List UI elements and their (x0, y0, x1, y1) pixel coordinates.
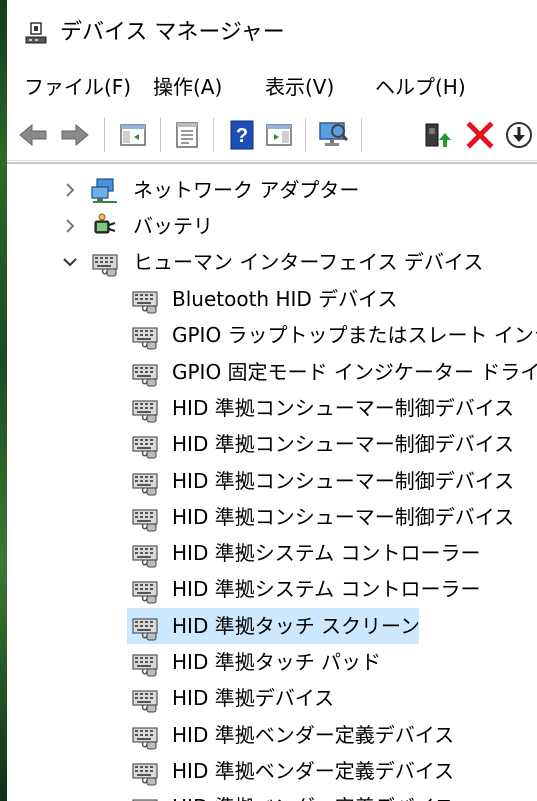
tree-device-item[interactable]: HID 準拠ベンダー定義デバイス (7, 789, 537, 801)
hid-device-icon (132, 400, 158, 423)
tree-category-label: ヒューマン インターフェイス デバイス (133, 250, 484, 274)
menu-view[interactable]: 表示(V) (265, 72, 334, 102)
toolbar-separator (361, 118, 362, 152)
tree-device-item[interactable]: HID 準拠ベンダー定義デバイス (7, 717, 537, 753)
hid-device-icon (132, 291, 158, 314)
hid-device-icon (132, 509, 158, 532)
hid-device-icon (132, 545, 158, 568)
scan-hardware-button[interactable] (317, 119, 349, 151)
disable-device-icon (506, 122, 532, 148)
menu-help[interactable]: ヘルプ(H) (375, 72, 466, 102)
help-icon: ? (230, 120, 254, 150)
toolbar-separator (305, 118, 306, 152)
tree-device-label: HID 準拠コンシューマー制御デバイス (172, 396, 515, 420)
tree-device-label: HID 準拠コンシューマー制御デバイス (172, 432, 515, 456)
menu-file[interactable]: ファイル(F) (24, 72, 131, 102)
hid-device-icon (132, 799, 158, 801)
tree-device-item[interactable]: GPIO ラップトップまたはスレート インジケーター ドライバー (7, 317, 537, 353)
tree-category-network-adapters[interactable]: ネットワーク アダプター (7, 172, 537, 208)
tree-device-item[interactable]: HID 準拠システム コントローラー (7, 535, 537, 571)
hid-device-icon (132, 436, 158, 459)
uninstall-device-button[interactable] (464, 119, 496, 151)
tree-device-label: HID 準拠ベンダー定義デバイス (172, 792, 454, 801)
toolbar-separator (104, 118, 105, 152)
toolbar-separator (213, 118, 214, 152)
tree-device-label: HID 準拠デバイス (172, 686, 335, 710)
scan-hardware-icon (319, 122, 349, 146)
tree-device-label: HID 準拠ベンダー定義デバイス (172, 759, 455, 783)
back-icon (19, 123, 47, 147)
tree-category-label: ネットワーク アダプター (133, 178, 360, 202)
tree-category-label: バッテリ (133, 214, 213, 238)
tree-device-item[interactable]: HID 準拠システム コントローラー (7, 571, 537, 607)
device-manager-window: デバイス マネージャー ファイル(F) 操作(A) 表示(V) ヘルプ(H) ?… (7, 0, 537, 801)
show-hide-console-tree-button[interactable] (117, 119, 149, 151)
tree-device-label: HID 準拠コンシューマー制御デバイス (172, 505, 515, 529)
tree-category-battery[interactable]: バッテリ (7, 208, 537, 244)
help-button[interactable]: ? (226, 119, 258, 151)
tree-device-label: HID 準拠システム コントローラー (172, 577, 481, 601)
hid-device-icon (132, 690, 158, 713)
hid-device-icon (132, 581, 158, 604)
tree-device-item[interactable]: HID 準拠タッチ スクリーン (7, 608, 537, 644)
uninstall-icon (466, 121, 494, 149)
show-hide-console-tree-icon (120, 124, 146, 146)
toolbar: ? (7, 110, 537, 161)
action-pane-button[interactable] (263, 119, 295, 151)
tree-device-item[interactable]: HID 準拠コンシューマー制御デバイス (7, 499, 537, 535)
menu-action[interactable]: 操作(A) (153, 72, 222, 102)
tree-device-item[interactable]: GPIO 固定モード インジケーター ドライバー (7, 354, 537, 390)
forward-button[interactable] (59, 119, 91, 151)
tree-device-item[interactable]: HID 準拠コンシューマー制御デバイス (7, 426, 537, 462)
battery-icon (94, 213, 116, 234)
chevron-down-icon[interactable] (59, 250, 81, 274)
tree-category-human-interface-devices[interactable]: ヒューマン インターフェイス デバイス (7, 244, 537, 280)
hid-device-icon (132, 473, 158, 496)
chevron-right-icon[interactable] (59, 178, 81, 202)
window-title: デバイス マネージャー (60, 20, 285, 45)
properties-icon (176, 122, 198, 148)
tree-device-label: HID 準拠タッチ スクリーン (172, 614, 421, 638)
hid-device-icon (132, 618, 158, 641)
tree-device-item[interactable]: Bluetooth HID デバイス (7, 281, 537, 317)
properties-button[interactable] (171, 119, 203, 151)
device-manager-app-icon (25, 22, 47, 44)
hid-device-icon (132, 364, 158, 387)
update-driver-icon (425, 123, 451, 147)
tree-device-item[interactable]: HID 準拠コンシューマー制御デバイス (7, 390, 537, 426)
tree-device-item[interactable]: HID 準拠ベンダー定義デバイス (7, 753, 537, 789)
action-pane-icon (266, 124, 292, 146)
network-adapter-icon (91, 178, 117, 203)
update-driver-button-visual[interactable] (421, 119, 453, 151)
hid-device-icon (132, 727, 158, 750)
forward-icon (61, 123, 89, 147)
tree-device-label: GPIO ラップトップまたはスレート インジケーター ドライバー (172, 323, 537, 347)
tree-device-label: Bluetooth HID デバイス (172, 287, 398, 311)
back-button[interactable] (17, 119, 49, 151)
svg-text:?: ? (236, 125, 248, 147)
title-bar[interactable]: デバイス マネージャー (7, 0, 537, 64)
tree-device-item[interactable]: HID 準拠デバイス (7, 680, 537, 716)
tree-device-label: GPIO 固定モード インジケーター ドライバー (172, 360, 537, 384)
tree-device-label: HID 準拠ベンダー定義デバイス (172, 723, 455, 747)
toolbar-separator (160, 118, 161, 152)
menu-bar: ファイル(F) 操作(A) 表示(V) ヘルプ(H) (7, 64, 537, 110)
hid-device-icon (132, 763, 158, 786)
hid-device-icon (132, 654, 158, 677)
hid-icon (92, 254, 118, 277)
tree-device-item[interactable]: HID 準拠コンシューマー制御デバイス (7, 463, 537, 499)
desktop-background-strip (0, 0, 7, 801)
hid-device-icon (132, 327, 158, 350)
tree-device-item[interactable]: HID 準拠タッチ パッド (7, 644, 537, 680)
chevron-right-icon[interactable] (59, 214, 81, 238)
tree-device-label: HID 準拠システム コントローラー (172, 541, 481, 565)
device-tree[interactable]: ネットワーク アダプター バッテリ ヒューマン インターフェイス デバイス Bl… (7, 162, 537, 801)
tree-device-label: HID 準拠タッチ パッド (172, 650, 382, 674)
tree-device-label: HID 準拠コンシューマー制御デバイス (172, 469, 515, 493)
disable-device-button[interactable] (503, 119, 535, 151)
